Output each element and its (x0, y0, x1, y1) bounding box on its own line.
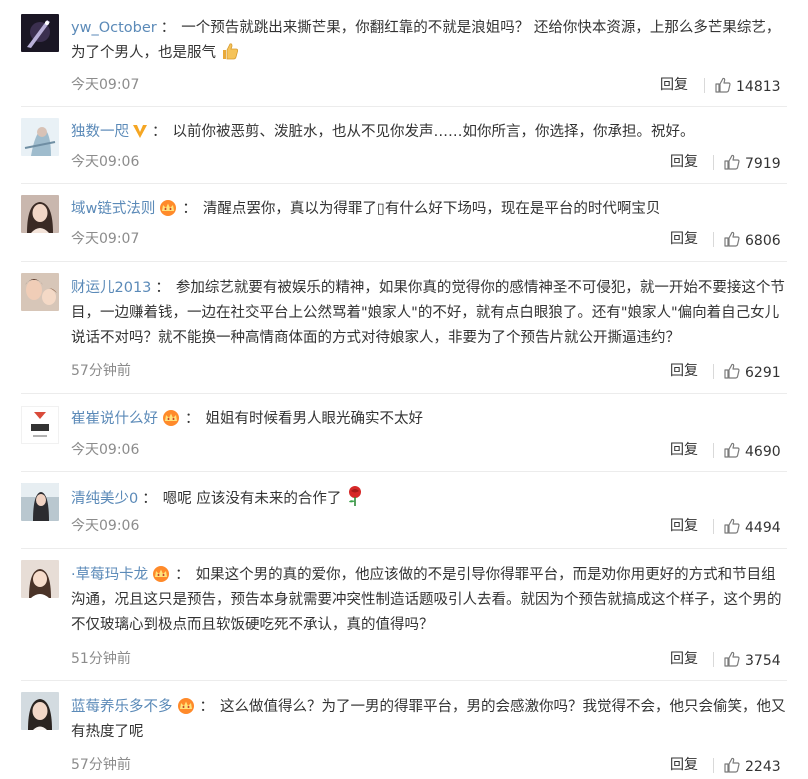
comment-body: 以前你被恶剪、泼脏水，也从不见你发声……如你所言，你选择，你承担。祝好。 (172, 124, 695, 140)
timestamp: 今天09:06 (71, 442, 140, 458)
comment-body: 清醒点罢你，真以为得罪了▯有什么好下场吗，现在是平台的时代啊宝贝 (202, 201, 661, 217)
timestamp: 今天09:07 (71, 231, 140, 247)
like-count: 4494 (745, 520, 781, 536)
like-icon (724, 651, 740, 667)
divider-vertical (713, 443, 714, 458)
timestamp: 57分钟前 (71, 363, 131, 379)
username-link[interactable]: ·草莓玛卡龙 (71, 567, 148, 583)
timestamp: 今天09:07 (71, 77, 140, 93)
reply-button[interactable]: 回复 (670, 152, 698, 172)
like-count: 4690 (745, 444, 781, 460)
avatar[interactable] (21, 483, 59, 521)
comment-body: 姐姐有时候看男人眼光确实不太好 (205, 411, 424, 427)
username-link[interactable]: 崔崔说什么好 (71, 411, 158, 427)
comment-text: 域w链式法则 ： 清醒点罢你，真以为得罪了▯有什么好下场吗，现在是平台的时代啊宝贝 (71, 197, 787, 222)
comment-text: 财运儿2013：参加综艺就要有被娱乐的精神，如果你真的觉得你的感情神圣不可侵犯，… (71, 276, 787, 351)
comment-text: ·草莓玛卡龙：如果这个男的真的爱你，他应该做的不是引导你得罪平台，而是劝你用更好… (71, 563, 787, 638)
avatar[interactable] (21, 14, 59, 52)
colon: ： (152, 124, 167, 140)
comment-text: 崔崔说什么好 ： 姐姐有时候看男人眼光确实不太好 (71, 407, 787, 432)
comment-text: 独数一咫 ： 以前你被恶剪、泼脏水，也从不见你发声……如你所言，你选择，你承担。祝好… (71, 120, 787, 145)
reply-button[interactable]: 回复 (670, 755, 698, 775)
reply-button[interactable]: 回复 (670, 516, 698, 536)
colon: ： (199, 699, 215, 715)
avatar[interactable] (21, 406, 59, 444)
vip-v-icon (132, 123, 148, 139)
divider-vertical (713, 652, 714, 667)
reply-button[interactable]: 回复 (670, 229, 698, 249)
comment-divider (21, 261, 787, 262)
comment-body: 一个预告就跳出来撕芒果，你翻红靠的不就是浪姐吗？ 还给你快本资源，上那么多芒果综… (71, 20, 781, 61)
colon: ： (155, 280, 170, 296)
like-count: 6806 (745, 233, 781, 249)
comment-text: 清纯美少0： 嗯呢 应该没有未来的合作了 (71, 485, 787, 516)
colon: ： (160, 20, 176, 36)
avatar[interactable] (21, 692, 59, 730)
reply-button[interactable]: 回复 (670, 361, 698, 381)
reply-button[interactable]: 回复 (660, 75, 688, 95)
timestamp: 今天09:06 (71, 154, 140, 170)
like-count: 2243 (745, 759, 781, 775)
like-icon (715, 77, 731, 93)
comment-text: yw_October：一个预告就跳出来撕芒果，你翻红靠的不就是浪姐吗？ 还给你快… (71, 16, 787, 70)
timestamp: 51分钟前 (71, 651, 131, 667)
comment-divider (21, 106, 787, 107)
comment-divider (21, 680, 787, 681)
avatar[interactable] (21, 273, 59, 311)
like-icon (724, 442, 740, 458)
comment-body: 嗯呢 应该没有未来的合作了 (162, 491, 342, 507)
thumbs-up-icon (220, 41, 240, 70)
timestamp: 57分钟前 (71, 757, 131, 773)
divider-vertical (713, 519, 714, 534)
reply-button[interactable]: 回复 (670, 649, 698, 669)
comment-body: 参加综艺就要有被娱乐的精神，如果你真的觉得你的感情神圣不可侵犯，就一开始不要接这… (71, 280, 785, 346)
avatar[interactable] (21, 560, 59, 598)
rose-icon (345, 485, 365, 516)
crown-icon (158, 199, 178, 216)
colon: ： (185, 411, 200, 427)
comment-text: 蓝莓养乐多不多：这么做值得么？为了一男的得罪平台，男的会感激你吗？我觉得不会，他… (71, 695, 787, 745)
divider-vertical (713, 155, 714, 170)
like-count: 14813 (736, 79, 781, 95)
like-icon (724, 757, 740, 773)
divider-vertical (713, 232, 714, 247)
like-count: 7919 (745, 156, 781, 172)
divider-vertical (713, 758, 714, 773)
comment-divider (21, 393, 787, 394)
username-link[interactable]: 蓝莓养乐多不多 (71, 699, 173, 715)
colon: ： (182, 201, 197, 217)
like-icon (724, 518, 740, 534)
reply-button[interactable]: 回复 (670, 440, 698, 460)
divider-vertical (704, 78, 705, 93)
comment-divider (21, 471, 787, 472)
colon: ： (175, 567, 190, 583)
like-count: 3754 (745, 653, 781, 669)
crown-icon (151, 565, 171, 582)
divider-vertical (713, 364, 714, 379)
username-link[interactable]: 清纯美少0 (71, 491, 138, 507)
avatar[interactable] (21, 195, 59, 233)
crown-icon (161, 409, 181, 426)
username-link[interactable]: yw_October (71, 20, 157, 36)
crown-icon (176, 697, 196, 714)
username-link[interactable]: 域w链式法则 (71, 201, 155, 217)
like-count: 6291 (745, 365, 781, 381)
comment-divider (21, 548, 787, 549)
comment-divider (21, 183, 787, 184)
username-link[interactable]: 独数一咫 (71, 124, 129, 140)
avatar[interactable] (21, 118, 59, 156)
username-link[interactable]: 财运儿2013 (71, 280, 151, 296)
like-icon (724, 363, 740, 379)
like-icon (724, 231, 740, 247)
like-icon (724, 154, 740, 170)
colon: ： (142, 491, 157, 507)
timestamp: 今天09:06 (71, 518, 140, 534)
